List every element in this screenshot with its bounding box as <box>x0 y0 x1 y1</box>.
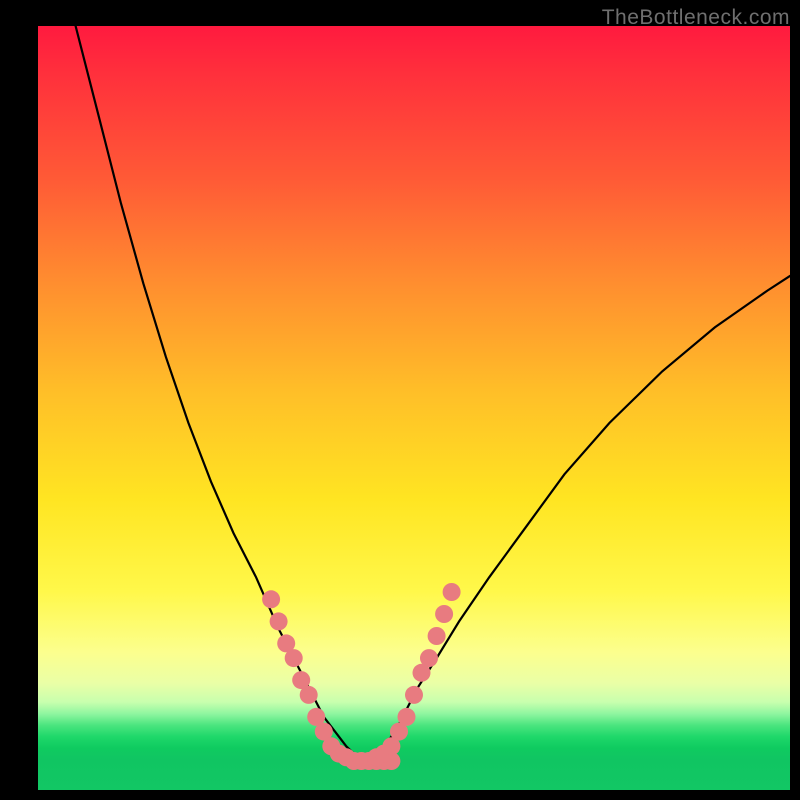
curves-svg <box>38 26 790 790</box>
data-points-group <box>262 583 461 770</box>
data-point <box>285 649 303 667</box>
data-point <box>262 590 280 608</box>
watermark-text: TheBottleneck.com <box>602 6 790 30</box>
data-point <box>398 708 416 726</box>
data-point <box>443 583 461 601</box>
data-point <box>428 627 446 645</box>
data-point <box>300 686 318 704</box>
data-point <box>420 649 438 667</box>
plot-area <box>38 26 790 790</box>
left-curve-line <box>76 26 362 761</box>
data-point <box>435 605 453 623</box>
data-point <box>270 612 288 630</box>
chart-root: TheBottleneck.com <box>0 0 800 800</box>
data-point <box>405 686 423 704</box>
right-curve-line <box>361 276 790 761</box>
